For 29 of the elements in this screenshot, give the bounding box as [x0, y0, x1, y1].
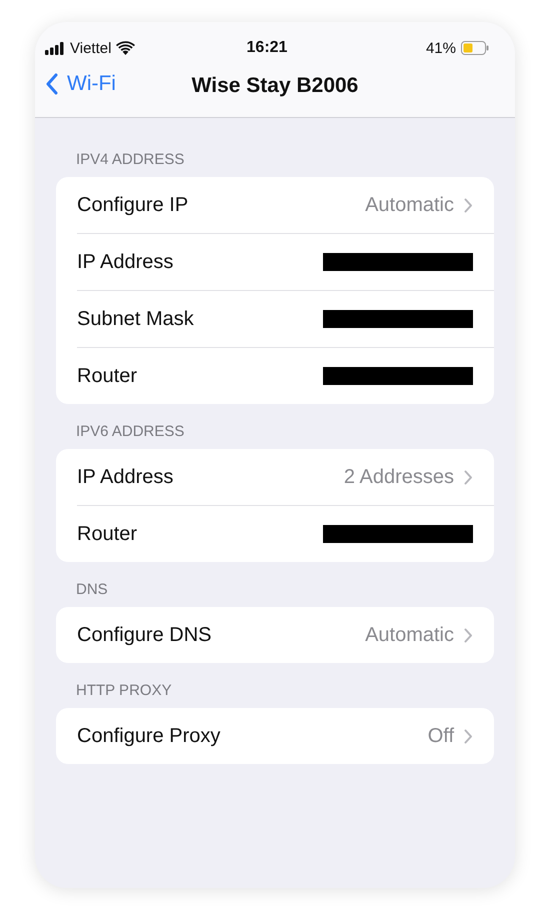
chevron-right-icon [464, 470, 473, 484]
row-label: Router [77, 522, 138, 546]
row-value[interactable]: 2 Addresses [344, 466, 454, 488]
section-header: DNS [75, 581, 109, 600]
carrier-name: Viettel [70, 40, 112, 56]
back-button[interactable]: Wi-Fi [45, 72, 116, 96]
row-value[interactable]: Automatic [365, 194, 454, 216]
battery-icon [460, 41, 489, 55]
chevron-right-icon [464, 198, 473, 212]
signal-icon [45, 42, 65, 54]
row-value[interactable]: Automatic [365, 624, 454, 646]
row-label: IP Address [77, 250, 174, 274]
page-title: Wise Stay B2006 [192, 74, 358, 98]
section-header: IPV4 ADDRESS [75, 151, 186, 170]
section-header: IPV6 ADDRESS [75, 423, 186, 442]
battery-percentage: 41% [426, 40, 456, 56]
row-label: Configure Proxy [77, 724, 222, 748]
row-label: Configure DNS [77, 624, 213, 646]
row-label: Router [77, 364, 138, 388]
chevron-right-icon [464, 628, 473, 642]
wifi-icon [116, 41, 136, 55]
row-value[interactable]: Off [428, 724, 454, 748]
chevron-right-icon [464, 728, 473, 744]
chevron-left-icon [45, 73, 59, 95]
clock-time: 16:21 [246, 39, 288, 57]
row-label: Configure IP [77, 194, 190, 216]
section-header: HTTP PROXY [75, 682, 173, 701]
row-label: Subnet Mask [77, 308, 195, 330]
row-label: IP Address [77, 466, 174, 488]
